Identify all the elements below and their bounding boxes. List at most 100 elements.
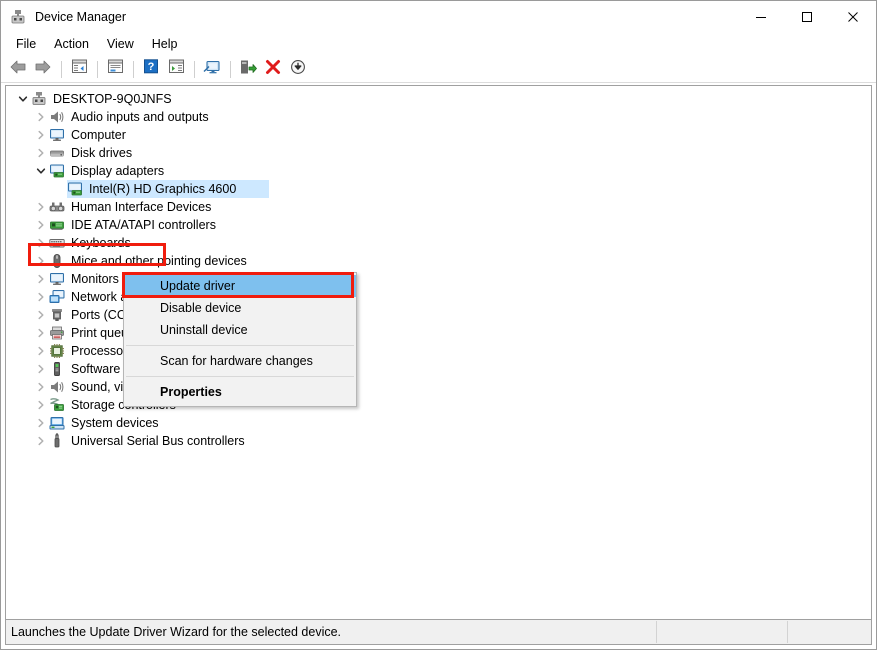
menu-action[interactable]: Action bbox=[45, 34, 98, 55]
hid-icon bbox=[49, 199, 65, 215]
context-menu-separator-2 bbox=[126, 376, 354, 377]
chevron-down-icon[interactable] bbox=[33, 162, 49, 180]
chevron-right-icon[interactable] bbox=[33, 126, 49, 144]
properties-window-icon bbox=[107, 59, 124, 79]
window-title: Device Manager bbox=[35, 9, 127, 24]
properties-button[interactable] bbox=[103, 58, 127, 80]
chevron-right-icon[interactable] bbox=[33, 108, 49, 126]
chevron-right-icon[interactable] bbox=[33, 342, 49, 360]
minimize-button[interactable] bbox=[738, 1, 784, 32]
maximize-button[interactable] bbox=[784, 1, 830, 32]
toolbar-separator bbox=[230, 60, 231, 78]
tree-node-computer[interactable]: Computer bbox=[6, 126, 871, 144]
network-adapter-icon bbox=[49, 289, 65, 305]
title-bar: Device Manager bbox=[1, 1, 876, 32]
context-menu-item-label: Disable device bbox=[160, 301, 242, 315]
context-menu-properties[interactable]: Properties bbox=[124, 381, 356, 403]
disable-device-button[interactable] bbox=[286, 58, 310, 80]
chevron-right-icon[interactable] bbox=[33, 378, 49, 396]
tree-node-human-interface-devices[interactable]: Human Interface Devices bbox=[6, 198, 871, 216]
monitor-icon bbox=[49, 271, 65, 287]
device-manager-icon bbox=[10, 9, 26, 25]
forward-button[interactable] bbox=[31, 58, 55, 80]
processor-icon bbox=[49, 343, 65, 359]
system-device-icon bbox=[49, 415, 65, 431]
tree-node-label: Disk drives bbox=[71, 146, 133, 160]
help-button[interactable]: ? bbox=[139, 58, 163, 80]
chevron-right-icon[interactable] bbox=[33, 144, 49, 162]
chevron-down-icon[interactable] bbox=[15, 90, 31, 108]
status-pane-2 bbox=[656, 621, 787, 643]
update-driver-button[interactable] bbox=[236, 58, 260, 80]
context-menu-separator-1 bbox=[126, 345, 354, 346]
close-button[interactable] bbox=[830, 1, 876, 32]
tree-node-keyboards[interactable]: Keyboards bbox=[6, 234, 871, 252]
tree-node-label: Keyboards bbox=[71, 236, 131, 250]
context-menu[interactable]: Update driver Disable device Uninstall dev… bbox=[123, 272, 357, 407]
menu-view[interactable]: View bbox=[98, 34, 143, 55]
tree-node-label: Computer bbox=[71, 128, 126, 142]
storage-controller-icon bbox=[49, 397, 65, 413]
tree-node-mice-and-other-pointing-devices[interactable]: Mice and other pointing devices bbox=[6, 252, 871, 270]
toolbar: ? bbox=[1, 56, 876, 83]
tree-node-universal-serial-bus-controllers[interactable]: Universal Serial Bus controllers bbox=[6, 432, 871, 450]
chevron-right-icon[interactable] bbox=[33, 234, 49, 252]
chevron-right-icon[interactable] bbox=[33, 198, 49, 216]
chevron-right-icon[interactable] bbox=[33, 252, 49, 270]
context-menu-uninstall-device[interactable]: Uninstall device bbox=[124, 319, 356, 341]
svg-text:?: ? bbox=[148, 61, 155, 73]
chevron-right-icon[interactable] bbox=[33, 414, 49, 432]
tree-node-audio-inputs-and-outputs[interactable]: Audio inputs and outputs bbox=[6, 108, 871, 126]
tree-node-label: Intel(R) HD Graphics 4600 bbox=[89, 182, 237, 196]
tree-node-label: Audio inputs and outputs bbox=[71, 110, 209, 124]
tree-node-label: Universal Serial Bus controllers bbox=[71, 434, 245, 448]
red-x-icon bbox=[265, 59, 281, 80]
tree-node-label: System devices bbox=[71, 416, 159, 430]
monitor-scan-icon bbox=[203, 59, 221, 80]
update-driver-icon bbox=[239, 59, 257, 80]
display-adapter-icon bbox=[49, 163, 65, 179]
tree-node-system-devices[interactable]: System devices bbox=[6, 414, 871, 432]
tree-node-display-adapters[interactable]: Display adapters bbox=[6, 162, 871, 180]
console-tree-icon bbox=[71, 59, 88, 79]
scan-for-hardware-changes-button[interactable] bbox=[200, 58, 224, 80]
mouse-icon bbox=[49, 253, 65, 269]
chevron-right-icon[interactable] bbox=[33, 306, 49, 324]
forward-arrow-icon bbox=[34, 59, 52, 80]
monitor-icon bbox=[49, 127, 65, 143]
context-menu-update-driver[interactable]: Update driver bbox=[124, 275, 356, 297]
usb-icon bbox=[49, 433, 65, 449]
chevron-right-icon[interactable] bbox=[33, 216, 49, 234]
chevron-right-icon[interactable] bbox=[33, 396, 49, 414]
chevron-right-icon[interactable] bbox=[33, 360, 49, 378]
chevron-right-icon[interactable] bbox=[33, 324, 49, 342]
caption-button-group bbox=[738, 1, 876, 32]
back-arrow-icon bbox=[9, 59, 27, 80]
context-menu-scan-for-hardware-changes[interactable]: Scan for hardware changes bbox=[124, 350, 356, 372]
tree-node-label: Monitors bbox=[71, 272, 119, 286]
context-menu-item-label: Uninstall device bbox=[160, 323, 248, 337]
port-icon bbox=[49, 307, 65, 323]
computer-node-icon bbox=[31, 91, 47, 107]
toolbar-separator bbox=[133, 60, 134, 78]
tree-node-label: Human Interface Devices bbox=[71, 200, 212, 214]
tree-node-label: DESKTOP-9Q0JNFS bbox=[53, 92, 172, 106]
context-menu-disable-device[interactable]: Disable device bbox=[124, 297, 356, 319]
toolbar-separator bbox=[61, 60, 62, 78]
chevron-right-icon[interactable] bbox=[33, 288, 49, 306]
keyboard-icon bbox=[49, 235, 65, 251]
tree-node-ide-ata-atapi-controllers[interactable]: IDE ATA/ATAPI controllers bbox=[6, 216, 871, 234]
back-button[interactable] bbox=[6, 58, 30, 80]
tree-node-desktop[interactable]: DESKTOP-9Q0JNFS bbox=[6, 90, 871, 108]
show-hide-action-pane-button[interactable] bbox=[164, 58, 188, 80]
chevron-right-icon[interactable] bbox=[33, 270, 49, 288]
show-hide-console-tree-button[interactable] bbox=[67, 58, 91, 80]
chevron-right-icon[interactable] bbox=[33, 432, 49, 450]
menu-help[interactable]: Help bbox=[143, 34, 187, 55]
tree-node-intel-hd-graphics-4600[interactable]: Intel(R) HD Graphics 4600 bbox=[6, 180, 871, 198]
device-tree-panel: DESKTOP-9Q0JNFS Audio inputs and outputs C… bbox=[5, 85, 872, 619]
menu-file[interactable]: File bbox=[7, 34, 45, 55]
uninstall-device-button[interactable] bbox=[261, 58, 285, 80]
tree-node-disk-drives[interactable]: Disk drives bbox=[6, 144, 871, 162]
